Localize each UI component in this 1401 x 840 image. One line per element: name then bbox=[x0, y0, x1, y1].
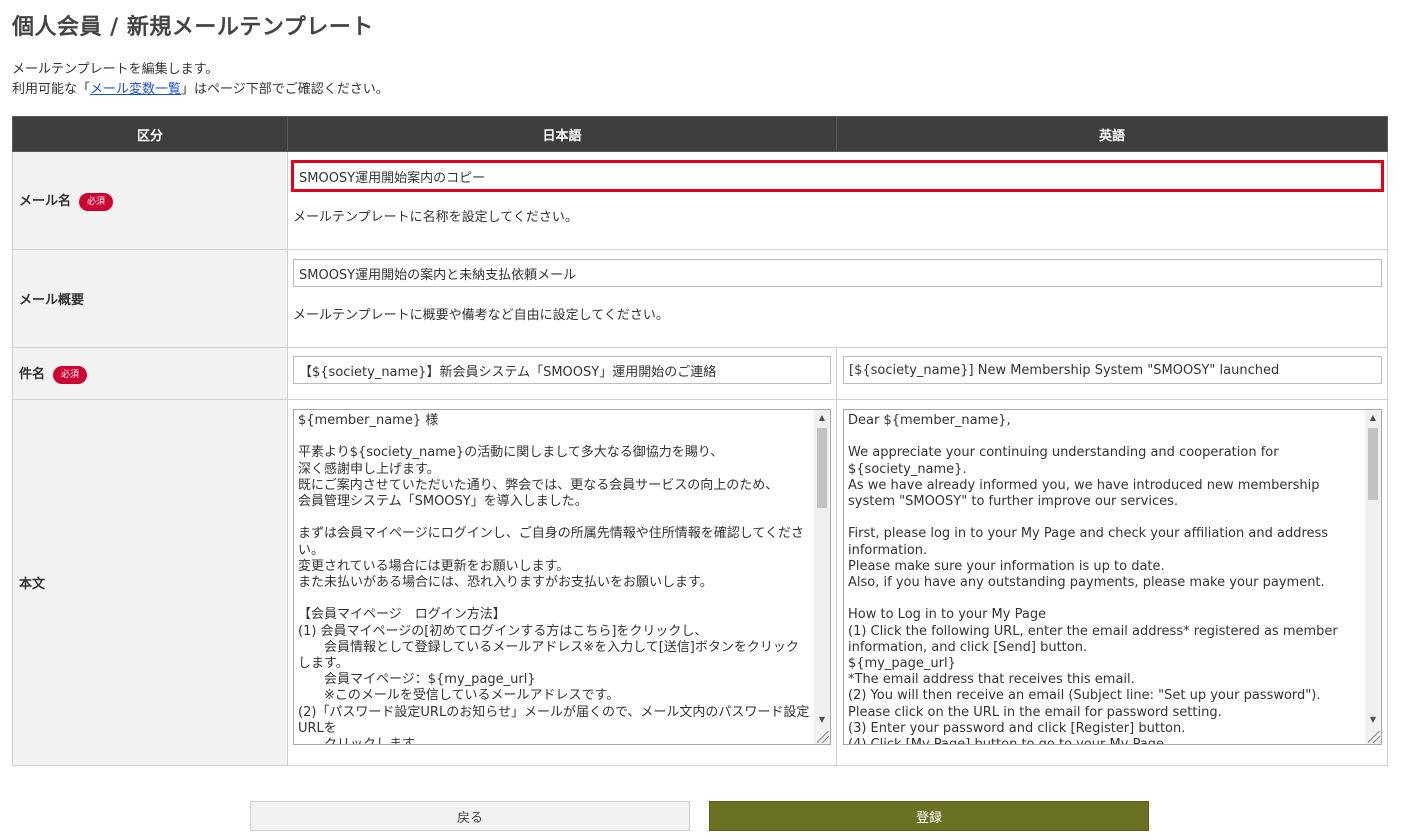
mail-variables-link[interactable]: メール変数一覧 bbox=[90, 82, 181, 97]
intro-prefix: 利用可能な「 bbox=[12, 82, 91, 97]
intro-line-1: メールテンプレートを編集します。 bbox=[12, 62, 219, 77]
mail-summary-label-cell: メール概要 bbox=[12, 249, 288, 348]
body-en-cell: Dear ${member_name}, We appreciate your … bbox=[836, 399, 1388, 766]
body-ja-textarea[interactable]: ${member_name} 様 平素より${society_name}の活動に… bbox=[294, 410, 830, 744]
mail-name-label-cell: メール名 必須 bbox=[12, 151, 288, 250]
subject-ja-input[interactable] bbox=[293, 356, 831, 384]
subject-en-cell bbox=[836, 347, 1388, 400]
back-button[interactable]: 戻る bbox=[250, 801, 690, 831]
scroll-up-arrow-icon[interactable]: ▲ bbox=[814, 410, 830, 426]
subject-label: 件名 bbox=[19, 367, 46, 383]
required-badge: 必須 bbox=[53, 365, 88, 384]
subject-ja-cell bbox=[287, 347, 837, 400]
body-ja-textarea-frame: ${member_name} 様 平素より${society_name}の活動に… bbox=[293, 409, 831, 745]
mail-summary-help: メールテンプレートに概要や備考など自由に設定してください。 bbox=[293, 308, 669, 323]
scroll-down-arrow-icon[interactable]: ▼ bbox=[814, 712, 830, 728]
column-header-category: 区分 bbox=[12, 116, 288, 152]
body-en-textarea-frame: Dear ${member_name}, We appreciate your … bbox=[843, 409, 1382, 745]
template-form-table: 区分 日本語 英語 メール名必須 メールテンプレートに名称を設定してください。 … bbox=[12, 116, 1388, 766]
register-button[interactable]: 登録 bbox=[709, 801, 1149, 831]
scroll-down-arrow-icon[interactable]: ▼ bbox=[1365, 712, 1381, 728]
scroll-up-arrow-icon[interactable]: ▲ bbox=[1365, 410, 1381, 426]
mail-name-input[interactable] bbox=[291, 160, 1384, 192]
scrollbar-thumb[interactable] bbox=[1368, 428, 1378, 500]
intro-text: メールテンプレートを編集します。 利用可能な「メール変数一覧」はページ下部でご確… bbox=[12, 60, 389, 100]
body-ja-cell: ${member_name} 様 平素より${society_name}の活動に… bbox=[287, 399, 837, 766]
mail-summary-label: メール概要 bbox=[19, 293, 85, 308]
page-title: 個人会員 / 新規メールテンプレート bbox=[12, 15, 374, 40]
mail-name-label: メール名 bbox=[19, 194, 72, 210]
body-label: 本文 bbox=[19, 577, 46, 592]
mail-name-field-cell: メールテンプレートに名称を設定してください。 bbox=[287, 151, 1388, 250]
column-header-japanese: 日本語 bbox=[287, 116, 837, 152]
resize-grip-icon[interactable] bbox=[817, 731, 829, 743]
body-en-textarea[interactable]: Dear ${member_name}, We appreciate your … bbox=[844, 410, 1381, 744]
subject-en-input[interactable] bbox=[843, 356, 1382, 384]
intro-suffix: 」はページ下部でご確認ください。 bbox=[181, 82, 389, 97]
mail-summary-input[interactable] bbox=[293, 259, 1382, 287]
mail-name-help: メールテンプレートに名称を設定してください。 bbox=[293, 210, 578, 225]
body-label-cell: 本文 bbox=[12, 399, 288, 766]
column-header-english: 英語 bbox=[836, 116, 1388, 152]
subject-label-cell: 件名 必須 bbox=[12, 347, 288, 400]
body-ja-scrollbar[interactable]: ▲ ▼ bbox=[814, 410, 830, 744]
required-badge: 必須 bbox=[79, 192, 114, 211]
scrollbar-thumb[interactable] bbox=[817, 428, 827, 508]
body-en-scrollbar[interactable]: ▲ ▼ bbox=[1365, 410, 1381, 744]
mail-summary-field-cell: メールテンプレートに概要や備考など自由に設定してください。 bbox=[287, 249, 1388, 348]
resize-grip-icon[interactable] bbox=[1368, 731, 1380, 743]
intro-line-2: 利用可能な「メール変数一覧」はページ下部でご確認ください。 bbox=[12, 80, 389, 100]
